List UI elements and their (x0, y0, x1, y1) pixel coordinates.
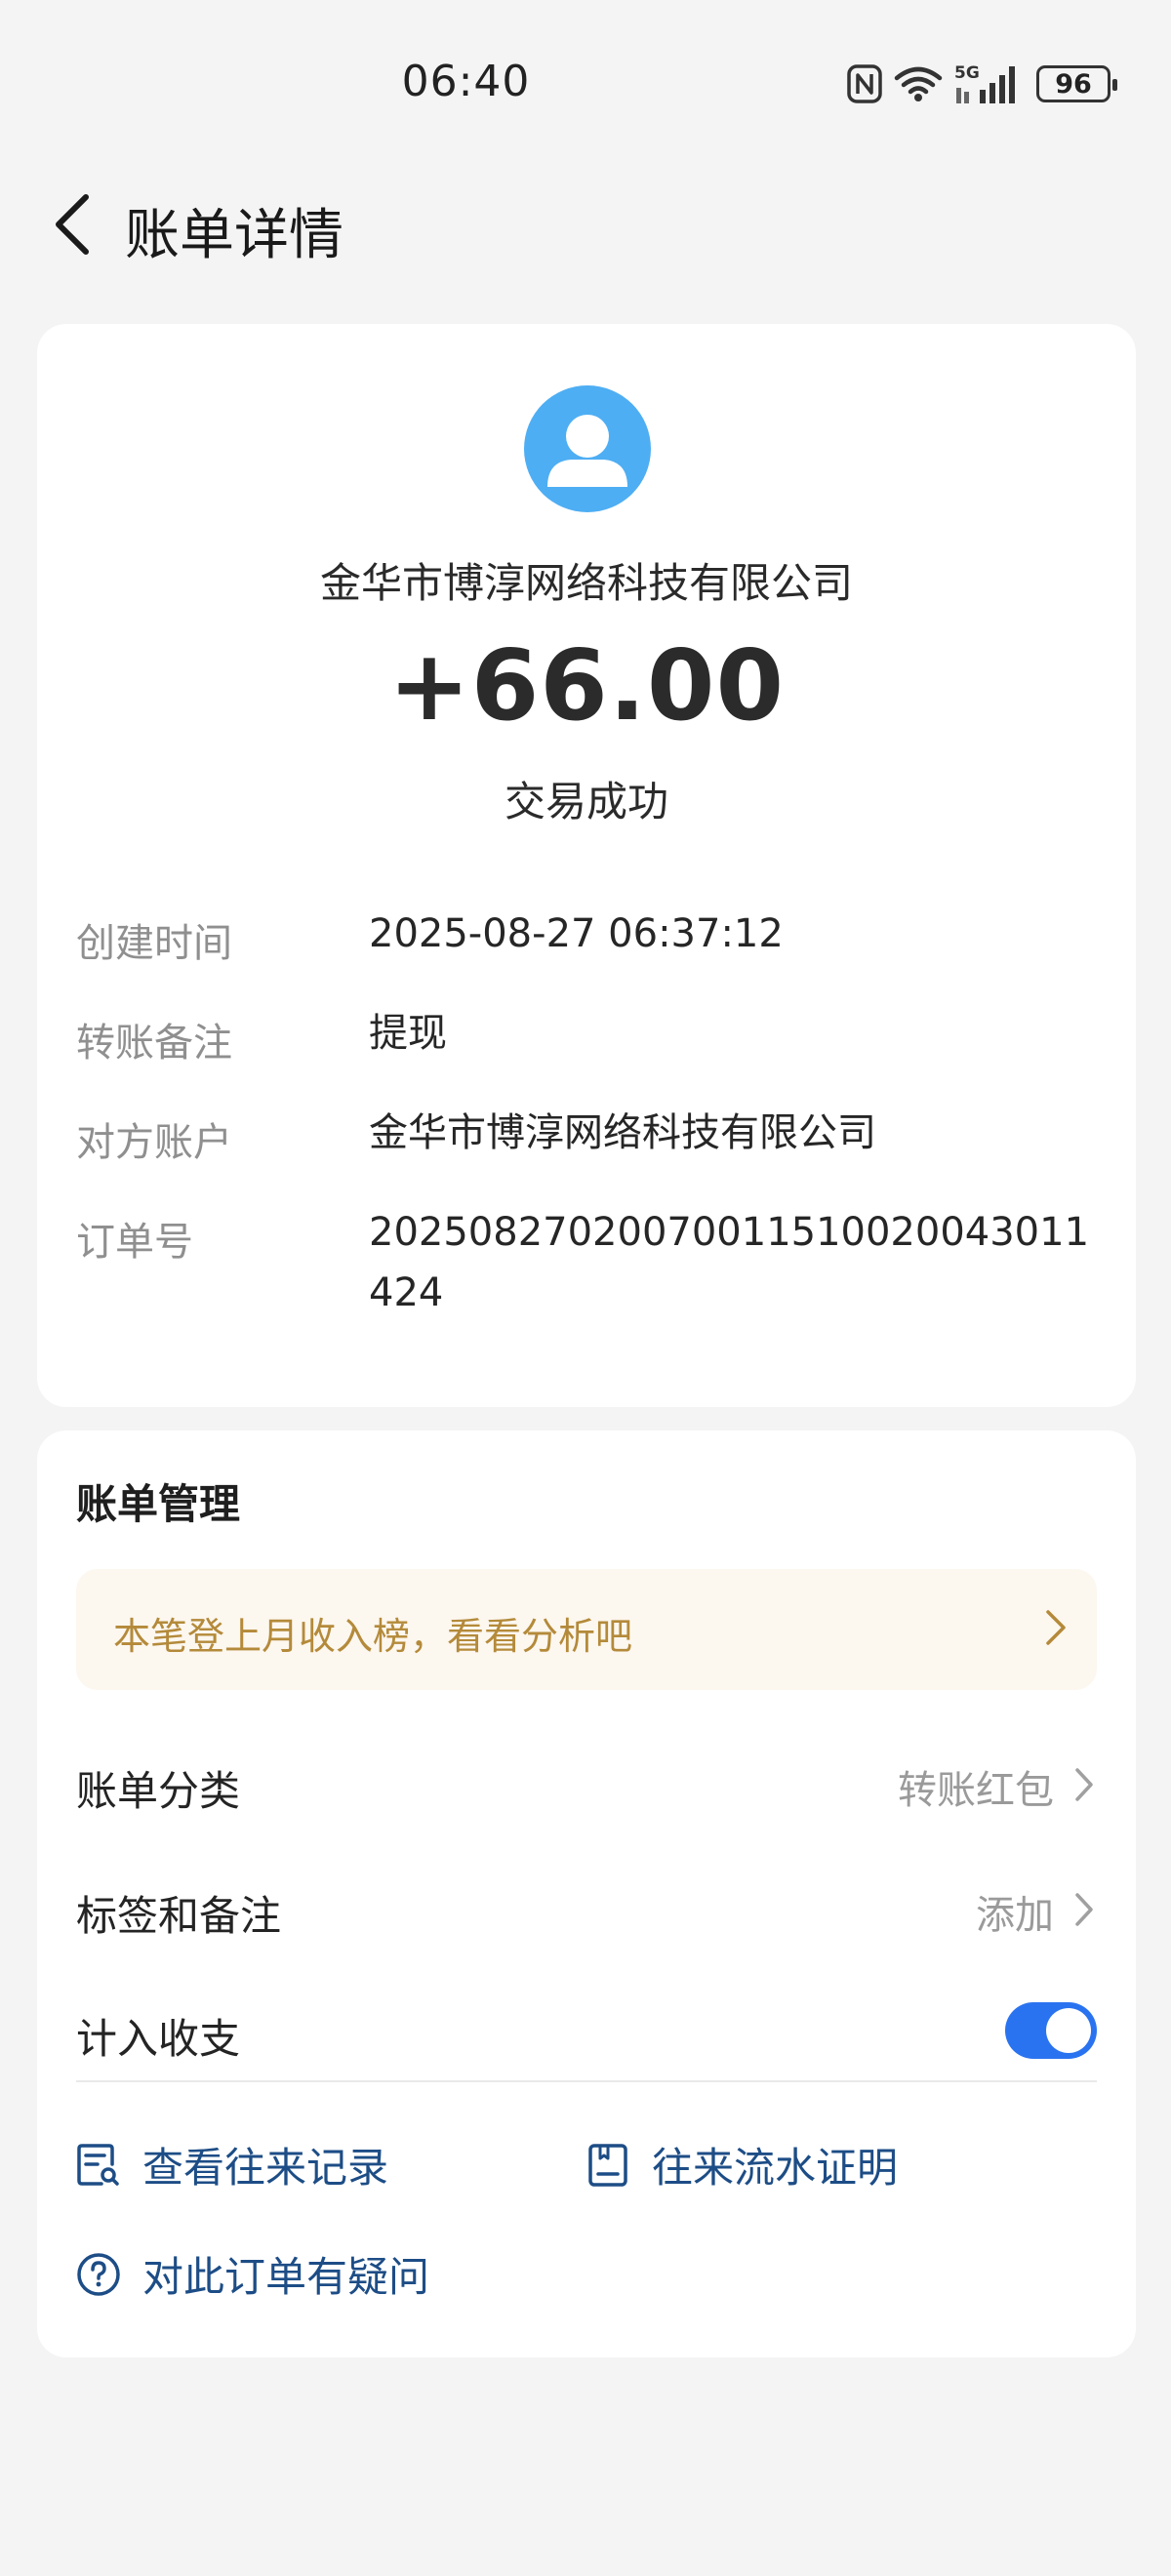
detail-label: 订单号 (76, 1220, 193, 1265)
tags-notes-row[interactable]: 标签和备注 添加 (76, 1860, 1097, 1957)
wifi-icon (894, 64, 943, 103)
detail-value: 提现 (369, 1011, 447, 1056)
nfc-icon (847, 64, 882, 103)
order-question-link[interactable]: 对此订单有疑问 (76, 2244, 429, 2304)
bill-management-card: 账单管理 本笔登上月收入榜，看看分析吧 账单分类 转账红包 标签和备注 添加 计… (37, 1430, 1136, 2357)
toggle-knob (1046, 2008, 1091, 2053)
detail-value: 2025-08-27 06:37:12 (369, 911, 784, 956)
back-button[interactable] (37, 189, 107, 260)
user-avatar-icon (524, 385, 651, 512)
chevron-right-icon (1073, 1891, 1095, 1932)
income-ranking-banner[interactable]: 本笔登上月收入榜，看看分析吧 (76, 1569, 1097, 1690)
row-label: 计入收支 (76, 2015, 241, 2063)
view-records-link[interactable]: 查看往来记录 (76, 2135, 388, 2194)
chevron-right-icon (1073, 1766, 1095, 1807)
divider (76, 2080, 1097, 2082)
status-bar: 06:40 5G 96 (0, 0, 1171, 166)
link-label: 查看往来记录 (142, 2144, 389, 2192)
section-title: 账单管理 (76, 1480, 241, 1528)
row-label: 标签和备注 (76, 1892, 282, 1940)
order-number-value[interactable]: 20250827020070011510020043011424 (369, 1202, 1110, 1323)
5g-signal-icon: 5G (954, 62, 1025, 105)
link-label: 往来流水证明 (652, 2144, 899, 2192)
status-icons: 5G 96 (847, 62, 1117, 105)
chevron-right-icon (1044, 1608, 1068, 1651)
transaction-amount: +66.00 (387, 628, 786, 743)
counterparty-name: 金华市博淳网络科技有限公司 (319, 559, 853, 607)
link-label: 对此订单有疑问 (142, 2253, 430, 2301)
svg-text:5G: 5G (954, 63, 980, 83)
top-bar: 账单详情 (0, 166, 1171, 283)
page-title: 账单详情 (125, 204, 343, 267)
row-label: 账单分类 (76, 1767, 241, 1815)
row-value: 添加 (976, 1893, 1054, 1938)
chevron-left-icon (56, 194, 89, 255)
detail-label: 转账备注 (76, 1021, 232, 1066)
document-icon (588, 2143, 627, 2187)
include-in-income-row: 计入收支 (76, 1983, 1097, 2080)
status-time: 06:40 (401, 57, 531, 106)
income-toggle[interactable] (1005, 2002, 1097, 2059)
transaction-proof-link[interactable]: 往来流水证明 (586, 2135, 898, 2194)
question-circle-icon (77, 2252, 120, 2296)
detail-label: 对方账户 (76, 1120, 232, 1165)
battery-icon: 96 (1036, 65, 1117, 102)
bill-category-row[interactable]: 账单分类 转账红包 (76, 1735, 1097, 1832)
detail-value: 金华市博淳网络科技有限公司 (369, 1110, 876, 1155)
transaction-card: 金华市博淳网络科技有限公司 +66.00 交易成功 创建时间 2025-08-2… (37, 324, 1136, 1407)
records-search-icon (77, 2143, 119, 2186)
banner-text: 本笔登上月收入榜，看看分析吧 (113, 1615, 633, 1658)
detail-label: 创建时间 (76, 921, 232, 966)
transaction-status: 交易成功 (504, 778, 668, 825)
row-value: 转账红包 (898, 1768, 1054, 1813)
